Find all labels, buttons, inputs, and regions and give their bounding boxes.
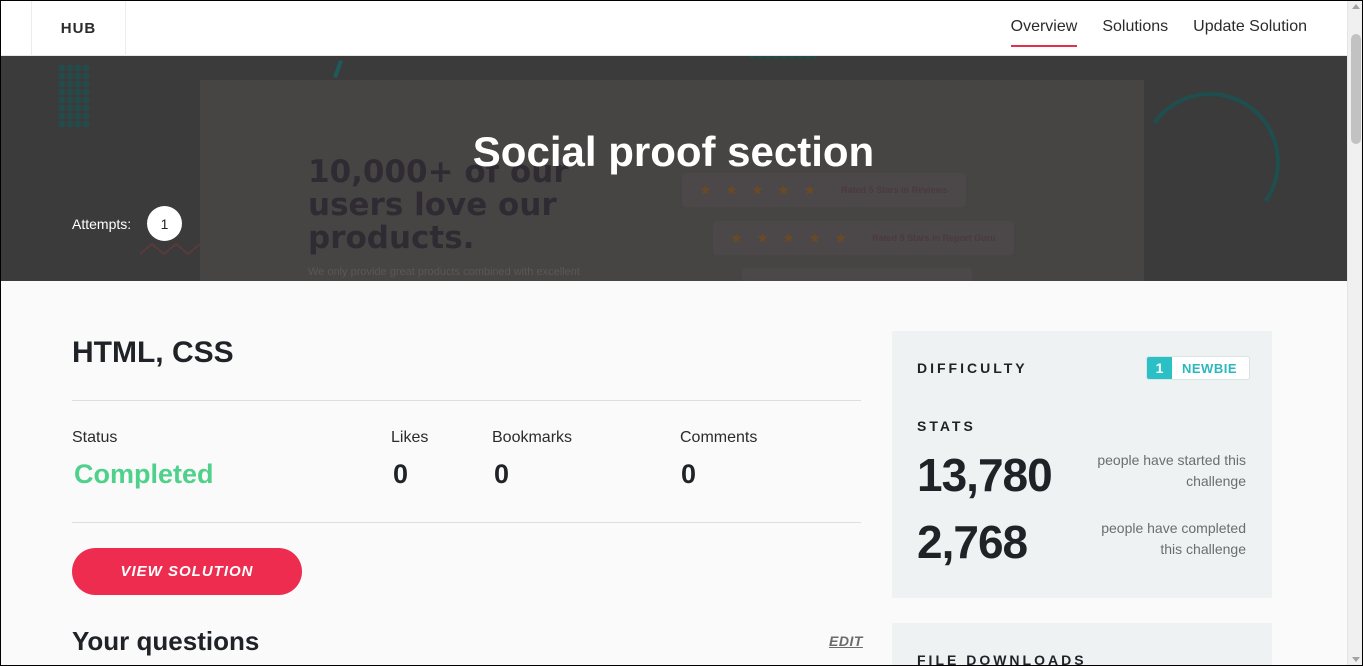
preview-review-pill xyxy=(742,268,972,281)
scrollbar-thumb[interactable] xyxy=(1351,34,1361,144)
completed-count: 2,768 xyxy=(917,516,1028,568)
scroll-down-arrow-icon[interactable] xyxy=(1352,657,1360,662)
nav-overview[interactable]: Overview xyxy=(1010,18,1077,47)
difficulty-name: NEWBIE xyxy=(1182,360,1237,376)
likes-label: Likes xyxy=(391,429,429,446)
preview-review-text: Rated 5 Stars in Report Guru xyxy=(872,233,996,243)
file-downloads-heading: FILE DOWNLOADS xyxy=(917,652,1087,666)
view-solution-button[interactable]: VIEW SOLUTION xyxy=(72,548,302,595)
likes-value: 0 xyxy=(393,459,409,489)
started-count: 13,780 xyxy=(917,449,1053,501)
attempt-number-badge[interactable]: 1 xyxy=(147,206,182,241)
bookmarks-label: Bookmarks xyxy=(492,429,573,446)
file-downloads-card: FILE DOWNLOADS xyxy=(892,623,1272,666)
preview-headline-line: products. xyxy=(308,220,475,256)
difficulty-level: 1 xyxy=(1147,357,1172,379)
comments-label: Comments xyxy=(680,429,758,446)
vertical-scrollbar[interactable] xyxy=(1347,0,1363,666)
started-description: people have started this challenge xyxy=(1097,452,1246,489)
completed-description: people have completed this challenge xyxy=(1101,520,1246,557)
scroll-up-arrow-icon[interactable] xyxy=(1352,4,1360,9)
nav-solutions[interactable]: Solutions xyxy=(1102,18,1168,39)
questions-heading: Your questions xyxy=(72,626,260,656)
challenge-hero: 10,000+ of our users love our products. … xyxy=(0,56,1347,281)
divider xyxy=(72,400,861,401)
hub-logo-link[interactable]: HUB xyxy=(31,0,126,56)
preview-review-pill: ★ ★ ★ ★ ★ Rated 5 Stars in Reviews xyxy=(682,173,966,207)
difficulty-badge: 1 NEWBIE xyxy=(1146,356,1250,380)
star-icons: ★ ★ ★ ★ ★ xyxy=(700,183,822,197)
preview-headline-line: users love our xyxy=(308,187,557,223)
nav-links: Overview Solutions Update Solution xyxy=(1010,0,1307,56)
page: HUB Overview Solutions Update Solution 1… xyxy=(0,0,1363,666)
slash-decoration xyxy=(333,59,343,79)
preview-review-pill: ★ ★ ★ ★ ★ Rated 5 Stars in Report Guru xyxy=(713,221,1014,255)
status-label: Status xyxy=(72,429,118,446)
challenge-info-card: DIFFICULTY 1 NEWBIE STATS 13,780 people … xyxy=(892,331,1272,598)
edit-questions-link[interactable]: EDIT xyxy=(829,633,863,649)
stats-heading: STATS xyxy=(917,418,976,434)
status-value: Completed xyxy=(74,459,214,489)
nav-update-solution[interactable]: Update Solution xyxy=(1193,18,1307,39)
languages-heading: HTML, CSS xyxy=(72,336,234,369)
star-icons: ★ ★ ★ ★ ★ xyxy=(731,231,853,245)
comments-value: 0 xyxy=(681,459,697,489)
top-nav: HUB Overview Solutions Update Solution xyxy=(0,0,1347,56)
preview-review-text: Rated 5 Stars in Reviews xyxy=(841,185,948,195)
dot-pattern-decoration xyxy=(748,56,816,60)
attempts-label: Attempts: xyxy=(72,216,132,232)
preview-subtext: We only provide great products combined … xyxy=(308,266,580,278)
challenge-title: Social proof section xyxy=(472,128,875,175)
divider xyxy=(72,522,861,523)
dot-pattern-decoration xyxy=(58,64,90,128)
difficulty-heading: DIFFICULTY xyxy=(917,360,1028,376)
bookmarks-value: 0 xyxy=(494,459,510,489)
